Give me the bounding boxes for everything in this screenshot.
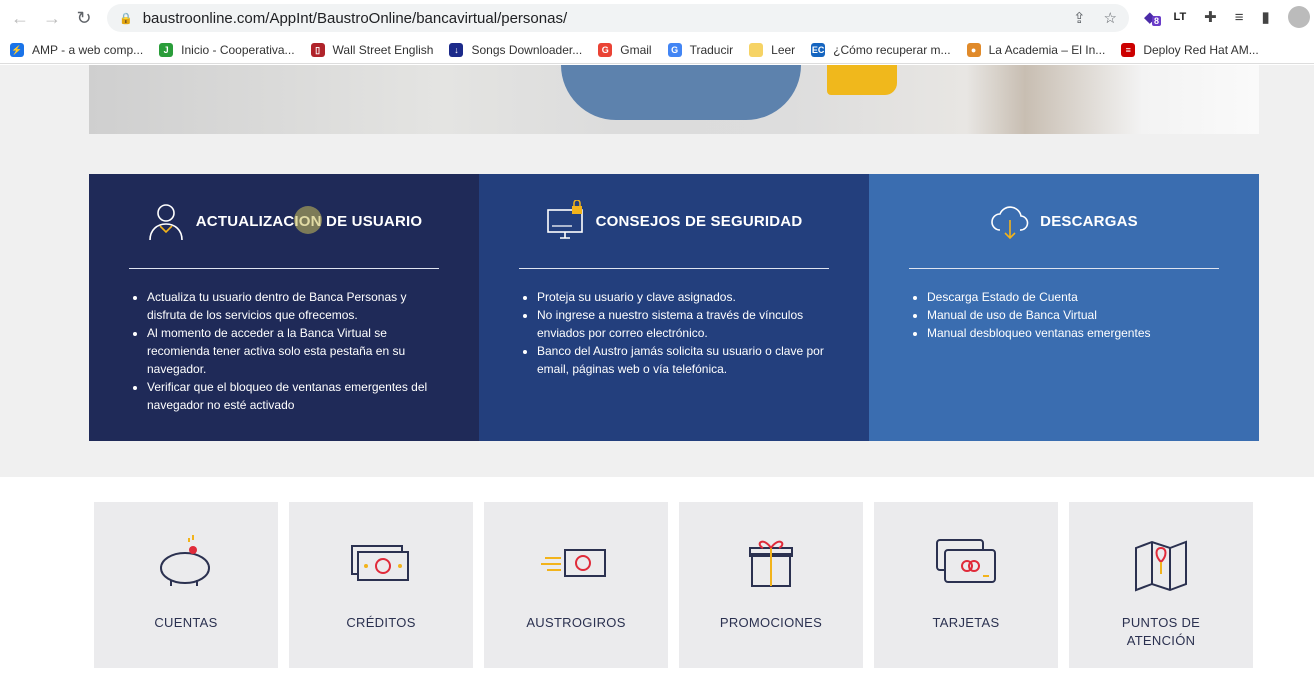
bookmark-item[interactable]: ▯ Wall Street English — [310, 42, 434, 57]
bookmarks-bar: ⚡ AMP - a web comp... J Inicio - Cooperativ… — [0, 36, 1314, 64]
extension-badge-icon[interactable]: ◆ 8 — [1144, 8, 1162, 26]
bookmark-favicon-icon: ▯ — [310, 42, 325, 57]
cards-icon — [936, 539, 996, 583]
list-item: Verificar que el bloqueo de ventanas eme… — [147, 378, 443, 414]
map-pin-icon — [1135, 540, 1187, 592]
bookmark-label: Gmail — [620, 42, 652, 57]
address-bar[interactable]: 🔒 baustroonline.com/AppInt/BaustroOnline… — [107, 4, 1129, 32]
browser-toolbar: ← → ↻ 🔒 baustroonline.com/AppInt/Baustro… — [0, 0, 1314, 36]
divider — [129, 268, 439, 269]
bookmark-favicon-icon — [749, 42, 764, 57]
panel-user-update: ACTUALIZACION DE USUARIO Actualiza tu us… — [89, 174, 479, 441]
bookmark-label: ¿Cómo recuperar m... — [833, 42, 951, 57]
tile-austrogiros[interactable]: AUSTROGIROS — [484, 502, 668, 668]
tile-label: AUSTROGIROS — [526, 615, 626, 630]
page-content: ACTUALIZACION DE USUARIO Actualiza tu us… — [0, 65, 1314, 676]
bookmark-item[interactable]: G Traducir — [667, 42, 734, 57]
list-item: Al momento de acceder a la Banca Virtual… — [147, 324, 443, 378]
tile-promociones[interactable]: PROMOCIONES — [679, 502, 863, 668]
bookmark-favicon-icon: J — [159, 42, 174, 57]
bookmark-favicon-icon: ↓ — [449, 42, 464, 57]
lock-icon: 🔒 — [119, 12, 133, 25]
list-item: Actualiza tu usuario dentro de Banca Per… — [147, 288, 443, 324]
list-item: Banco del Austro jamás solicita su usuar… — [537, 342, 833, 378]
bookmark-label: Deploy Red Hat AM... — [1143, 42, 1259, 57]
bookmark-item[interactable]: EC ¿Cómo recuperar m... — [811, 42, 951, 57]
panel-title: DESCARGAS — [1040, 212, 1138, 230]
panel-title: CONSEJOS DE SEGURIDAD — [595, 212, 803, 230]
tile-label: PUNTOS DE ATENCIÓN — [1121, 615, 1201, 648]
forward-icon[interactable]: → — [40, 6, 64, 30]
url-text[interactable]: baustroonline.com/AppInt/BaustroOnline/b… — [143, 10, 567, 27]
cloud-download-icon — [991, 206, 1029, 240]
bookmark-item[interactable]: Leer — [749, 42, 796, 57]
reload-icon[interactable]: ↻ — [72, 6, 96, 30]
bookmark-favicon-icon: ≡ — [1121, 42, 1136, 57]
bookmark-item[interactable]: ⚡ AMP - a web comp... — [10, 42, 144, 57]
bookmark-item[interactable]: ↓ Songs Downloader... — [449, 42, 583, 57]
back-icon[interactable]: ← — [8, 6, 32, 30]
bookmark-favicon-icon: ⚡ — [10, 42, 24, 57]
user-icon — [148, 204, 183, 241]
download-link[interactable]: Descarga Estado de Cuenta — [927, 288, 1223, 306]
tile-label: CUENTAS — [154, 615, 218, 630]
tile-label: CRÉDITOS — [346, 615, 416, 630]
bookmark-label: Wall Street English — [332, 42, 434, 57]
tile-creditos[interactable]: CRÉDITOS — [289, 502, 473, 668]
divider — [519, 268, 829, 269]
info-panels: ACTUALIZACION DE USUARIO Actualiza tu us… — [89, 174, 1259, 441]
download-link[interactable]: Manual de uso de Banca Virtual — [927, 306, 1223, 324]
money-transfer-icon — [541, 549, 606, 577]
bookmark-favicon-icon: ● — [966, 42, 981, 57]
bookmark-item[interactable]: J Inicio - Cooperativa... — [159, 42, 295, 57]
tile-puntos-atencion[interactable]: PUNTOS DE ATENCIÓN — [1069, 502, 1253, 668]
bookmark-label: Songs Downloader... — [471, 42, 583, 57]
bookmark-label: AMP - a web comp... — [32, 42, 144, 57]
bookmark-label: Traducir — [689, 42, 734, 57]
extension-badge-count: 8 — [1152, 16, 1162, 26]
panel-downloads: DESCARGAS Descarga Estado de CuentaManua… — [869, 174, 1259, 441]
list-item: No ingrese a nuestro sistema a través de… — [537, 306, 833, 342]
service-tiles: CUENTAS CRÉDITOS AUSTROGIROS PROMOCIONES… — [94, 502, 1253, 668]
bookmark-label: Leer — [771, 42, 796, 57]
cursor-highlight — [294, 206, 322, 234]
bookmark-label: Inicio - Cooperativa... — [181, 42, 295, 57]
secure-monitor-icon — [546, 200, 583, 239]
bookmark-label: La Academia – El In... — [988, 42, 1106, 57]
languagetool-icon[interactable]: LT — [1174, 11, 1187, 23]
puzzle-icon[interactable]: ✚ — [1204, 8, 1217, 26]
bookmark-favicon-icon: EC — [811, 42, 826, 57]
money-icon — [351, 545, 409, 581]
download-link[interactable]: Manual desbloqueo ventanas emergentes — [927, 324, 1223, 342]
hero-image — [89, 65, 1259, 134]
bookmark-favicon-icon: G — [667, 42, 682, 57]
panel-security-tips: CONSEJOS DE SEGURIDAD Proteja su usuario… — [479, 174, 869, 441]
avatar[interactable] — [1287, 6, 1310, 28]
tile-tarjetas[interactable]: TARJETAS — [874, 502, 1058, 668]
media-icon[interactable]: ≡ — [1235, 9, 1244, 26]
sidepanel-icon[interactable]: ▮ — [1262, 8, 1270, 26]
star-icon[interactable]: ☆ — [1104, 9, 1117, 27]
bookmark-item[interactable]: ≡ Deploy Red Hat AM... — [1121, 42, 1259, 57]
divider — [909, 268, 1219, 269]
tile-label: PROMOCIONES — [719, 615, 823, 630]
share-icon[interactable]: ⇪ — [1073, 9, 1086, 27]
bookmark-item[interactable]: G Gmail — [598, 42, 652, 57]
gift-icon — [749, 540, 793, 587]
piggy-bank-icon — [160, 535, 210, 586]
bookmark-favicon-icon: G — [598, 42, 613, 57]
list-item: Proteja su usuario y clave asignados. — [537, 288, 833, 306]
bookmark-item[interactable]: ● La Academia – El In... — [966, 42, 1106, 57]
tile-cuentas[interactable]: CUENTAS — [94, 502, 278, 668]
tile-label: TARJETAS — [932, 615, 1000, 630]
